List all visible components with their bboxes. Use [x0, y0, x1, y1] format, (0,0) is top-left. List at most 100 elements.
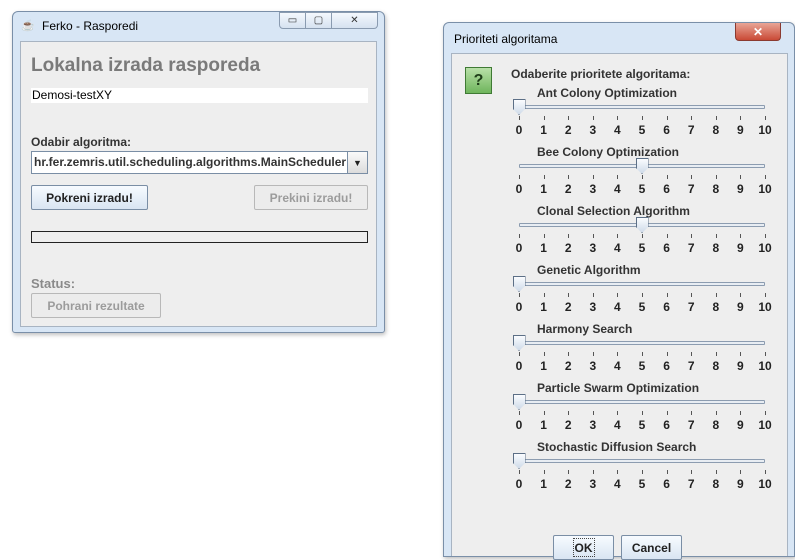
slider-track[interactable] [519, 341, 765, 345]
slider-tick [715, 234, 717, 238]
maximize-button[interactable]: ▢ [306, 12, 332, 29]
slider-tick-label: 5 [638, 477, 646, 491]
slider-tick [740, 175, 742, 179]
ok-button[interactable]: OK [553, 535, 614, 560]
stop-button[interactable]: Prekini izradu! [254, 185, 368, 210]
slider-thumb[interactable] [512, 394, 526, 410]
slider-thumb[interactable] [512, 335, 526, 351]
cancel-button[interactable]: Cancel [621, 535, 682, 560]
slider-tick [543, 470, 545, 474]
slider-tick [519, 116, 520, 120]
slider-tick [617, 293, 619, 297]
slider-tick-label: 4 [614, 359, 621, 373]
slider-tick [765, 293, 766, 297]
ok-button-label: OK [570, 535, 598, 560]
slider-tick [691, 411, 693, 415]
slider-tick [691, 352, 693, 356]
question-icon: ? [465, 67, 492, 94]
slider-tick [740, 352, 742, 356]
slider-tick [765, 234, 766, 238]
slider-thumb[interactable] [512, 453, 526, 469]
slider-tick-label: 4 [614, 182, 621, 196]
priority-slider-row: Bee Colony Optimization 0 1 2 3 4 5 6 7 8 9 10 [511, 145, 773, 204]
priority-slider-row: Harmony Search 0 1 2 3 4 5 6 7 8 9 10 [511, 322, 773, 381]
priority-dialog: Prioriteti algoritama ✕ ? Odaberite prio… [443, 22, 795, 560]
java-icon: ☕ [21, 20, 35, 32]
slider-tick [715, 175, 717, 179]
slider-thumb[interactable] [512, 99, 526, 115]
start-button[interactable]: Pokreni izradu! [31, 185, 148, 210]
slider-tick [691, 234, 693, 238]
slider-tick [592, 293, 594, 297]
slider-track[interactable] [519, 459, 765, 463]
slider-tick-label: 0 [515, 182, 523, 196]
slider-track[interactable] [519, 282, 765, 286]
slider-tick-label: 8 [712, 241, 720, 255]
slider-tick-label: 6 [663, 182, 670, 196]
slider-tick-label: 0 [515, 418, 523, 432]
slider-tick [642, 175, 643, 179]
close-button[interactable]: ✕ [332, 12, 378, 29]
slider-thumb[interactable] [635, 217, 649, 233]
slider-tick [765, 116, 766, 120]
slider-tick [765, 411, 766, 415]
save-results-button[interactable]: Pohrani rezultate [31, 293, 161, 318]
slider-tick-label: 2 [564, 241, 572, 255]
algorithm-label: Odabir algoritma: [31, 135, 132, 149]
slider-tick-label: 10 [758, 241, 772, 255]
slider-tick-label: 5 [638, 418, 646, 432]
slider-tick-label: 3 [589, 477, 597, 491]
slider-tick-label: 2 [564, 477, 572, 491]
slider-tick [543, 175, 545, 179]
slider-thumb[interactable] [635, 158, 649, 174]
slider-thumb[interactable] [512, 276, 526, 292]
slider-label: Stochastic Diffusion Search [537, 440, 697, 454]
slider-tick [592, 411, 594, 415]
slider-tick-label: 9 [737, 182, 744, 196]
slider-tick [740, 411, 742, 415]
slider-tick-label: 8 [712, 182, 720, 196]
slider-tick-label: 1 [540, 182, 547, 196]
slider-tick-label: 1 [540, 241, 547, 255]
algorithm-selected-value: hr.fer.zemris.util.scheduling.algorithms… [34, 155, 346, 169]
slider-tick-label: 6 [663, 123, 670, 137]
slider-tick-label: 6 [663, 477, 670, 491]
slider-tick [568, 293, 570, 297]
slider-tick-label: 7 [687, 359, 695, 373]
slider-tick-label: 7 [687, 182, 695, 196]
slider-tick-label: 2 [564, 359, 572, 373]
slider-tick-label: 5 [638, 182, 646, 196]
close-icon: ✕ [752, 24, 764, 39]
slider-label: Clonal Selection Algorithm [537, 204, 690, 218]
slider-tick [568, 411, 570, 415]
dialog-close-button[interactable]: ✕ [735, 23, 781, 41]
title-bar[interactable]: ☕ Ferko - Rasporedi ▭ ▢ ✕ [13, 12, 384, 38]
slider-label: Harmony Search [537, 322, 633, 336]
slider-tick [568, 470, 570, 474]
slider-label: Ant Colony Optimization [537, 86, 677, 100]
slider-tick-label: 7 [687, 300, 695, 314]
schedule-name-field[interactable]: Demosi-testXY [31, 88, 368, 103]
slider-tick [642, 116, 643, 120]
slider-tick [691, 293, 693, 297]
slider-tick [666, 116, 668, 120]
slider-tick-label: 5 [638, 359, 646, 373]
slider-tick-label: 7 [687, 418, 695, 432]
slider-tick [765, 352, 766, 356]
slider-tick [592, 116, 594, 120]
slider-tick-label: 9 [737, 418, 744, 432]
slider-tick [519, 234, 520, 238]
slider-tick [691, 175, 693, 179]
slider-tick-label: 1 [540, 418, 547, 432]
slider-tick-label: 8 [712, 477, 720, 491]
slider-tick-label: 0 [515, 123, 523, 137]
minimize-icon: ▭ [287, 15, 298, 26]
slider-track[interactable] [519, 105, 765, 109]
slider-tick-label: 9 [737, 123, 744, 137]
slider-track[interactable] [519, 400, 765, 404]
priority-slider-row: Particle Swarm Optimization 0 1 2 3 4 5 6 7 8 9 10 [511, 381, 773, 440]
slider-tick [592, 352, 594, 356]
algorithm-dropdown[interactable]: hr.fer.zemris.util.scheduling.algorithms… [31, 151, 368, 174]
dropdown-arrow-button[interactable]: ▼ [347, 152, 367, 173]
minimize-button[interactable]: ▭ [279, 12, 306, 29]
